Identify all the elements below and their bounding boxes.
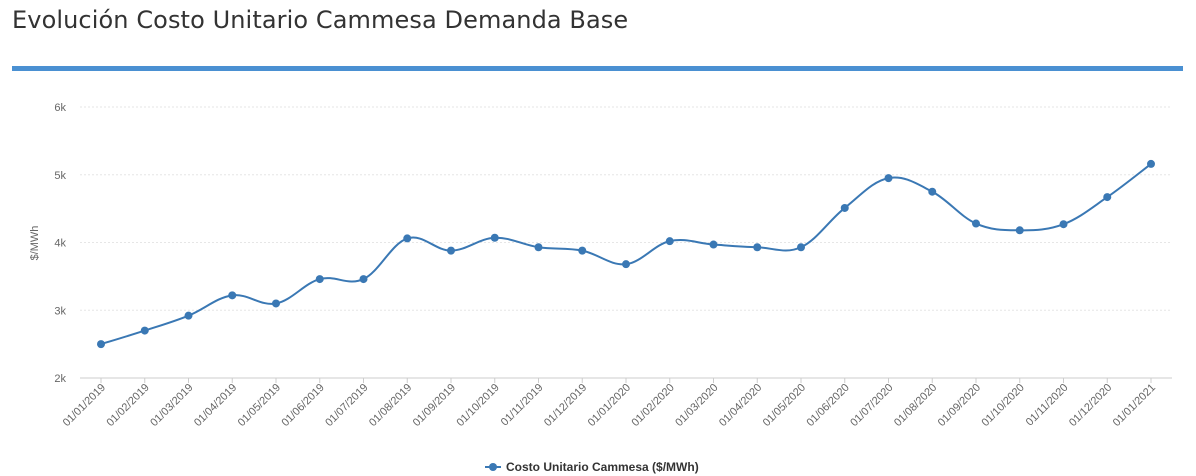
data-point[interactable] (403, 234, 412, 243)
x-tick-label: 01/07/2020 (848, 382, 895, 429)
data-points[interactable] (97, 159, 1155, 349)
data-point[interactable] (972, 219, 980, 228)
data-point[interactable] (884, 174, 893, 183)
x-axis-ticks: 01/01/201901/02/201901/03/201901/04/2019… (61, 378, 1158, 429)
data-point[interactable] (797, 243, 805, 252)
y-tick-label: 5k (54, 170, 66, 182)
legend-label[interactable]: Costo Unitario Cammesa ($/MWh) (506, 460, 699, 474)
x-tick-label: 01/03/2020 (673, 382, 720, 429)
legend-swatch-marker (489, 463, 497, 471)
data-point[interactable] (578, 246, 587, 255)
series-line[interactable] (100, 163, 1152, 346)
x-tick-label: 01/01/2019 (61, 382, 108, 429)
y-tick-label: 4k (54, 238, 66, 250)
x-tick-label: 01/02/2020 (629, 382, 676, 429)
data-point[interactable] (665, 237, 674, 246)
x-tick-label: 01/05/2020 (761, 382, 808, 429)
data-point[interactable] (928, 187, 937, 196)
data-point[interactable] (622, 260, 630, 269)
y-axis-title: $/MWh (29, 226, 41, 261)
data-point[interactable] (1059, 220, 1068, 229)
data-point[interactable] (447, 246, 455, 255)
y-axis-ticks: 2k 3k 4k 5k 6k (54, 102, 66, 385)
line-chart: 2k3k4k5k6k $/MWh 01/01/201901/02/201901/… (29, 102, 1172, 474)
x-tick-label: 01/11/2020 (1024, 382, 1071, 429)
gridlines (80, 106, 1172, 311)
x-tick-label: 01/05/2019 (236, 382, 283, 429)
data-point[interactable] (1147, 159, 1155, 168)
data-point[interactable] (709, 240, 718, 249)
y-tick-label: 3k (54, 305, 66, 317)
data-point[interactable] (359, 275, 368, 284)
x-tick-label: 01/09/2020 (936, 382, 983, 429)
data-point[interactable] (840, 203, 849, 212)
data-point[interactable] (534, 243, 543, 252)
y-tick-label: 6k (54, 102, 66, 114)
x-tick-label: 01/02/2019 (104, 382, 151, 429)
x-tick-label: 01/01/2021 (1111, 382, 1158, 429)
x-tick-label: 01/08/2020 (892, 382, 939, 429)
data-point[interactable] (1103, 193, 1112, 202)
x-tick-label: 01/06/2019 (279, 382, 326, 429)
x-tick-label: 01/04/2020 (717, 382, 764, 429)
x-tick-label: 01/09/2019 (411, 382, 458, 429)
legend[interactable]: Costo Unitario Cammesa ($/MWh) (485, 460, 699, 474)
data-point[interactable] (97, 340, 105, 349)
data-point[interactable] (1015, 226, 1024, 235)
data-point[interactable] (272, 299, 280, 308)
x-tick-label: 01/12/2019 (542, 382, 589, 429)
x-tick-label: 01/10/2020 (979, 382, 1026, 429)
x-tick-label: 01/04/2019 (192, 382, 239, 429)
data-point[interactable] (490, 233, 499, 242)
x-tick-label: 01/10/2019 (454, 382, 501, 429)
data-point[interactable] (315, 275, 324, 284)
data-point[interactable] (753, 243, 762, 252)
x-tick-label: 01/11/2019 (499, 382, 546, 429)
x-tick-label: 01/08/2019 (367, 382, 414, 429)
x-tick-label: 01/12/2020 (1067, 382, 1114, 429)
x-tick-label: 01/01/2020 (586, 382, 633, 429)
x-tick-label: 01/06/2020 (804, 382, 851, 429)
x-tick-label: 01/03/2019 (148, 382, 195, 429)
x-tick-label: 01/07/2019 (323, 382, 370, 429)
data-point[interactable] (228, 291, 237, 300)
data-point[interactable] (184, 311, 193, 320)
y-tick-label: 2k (54, 373, 66, 385)
data-point[interactable] (140, 326, 149, 335)
